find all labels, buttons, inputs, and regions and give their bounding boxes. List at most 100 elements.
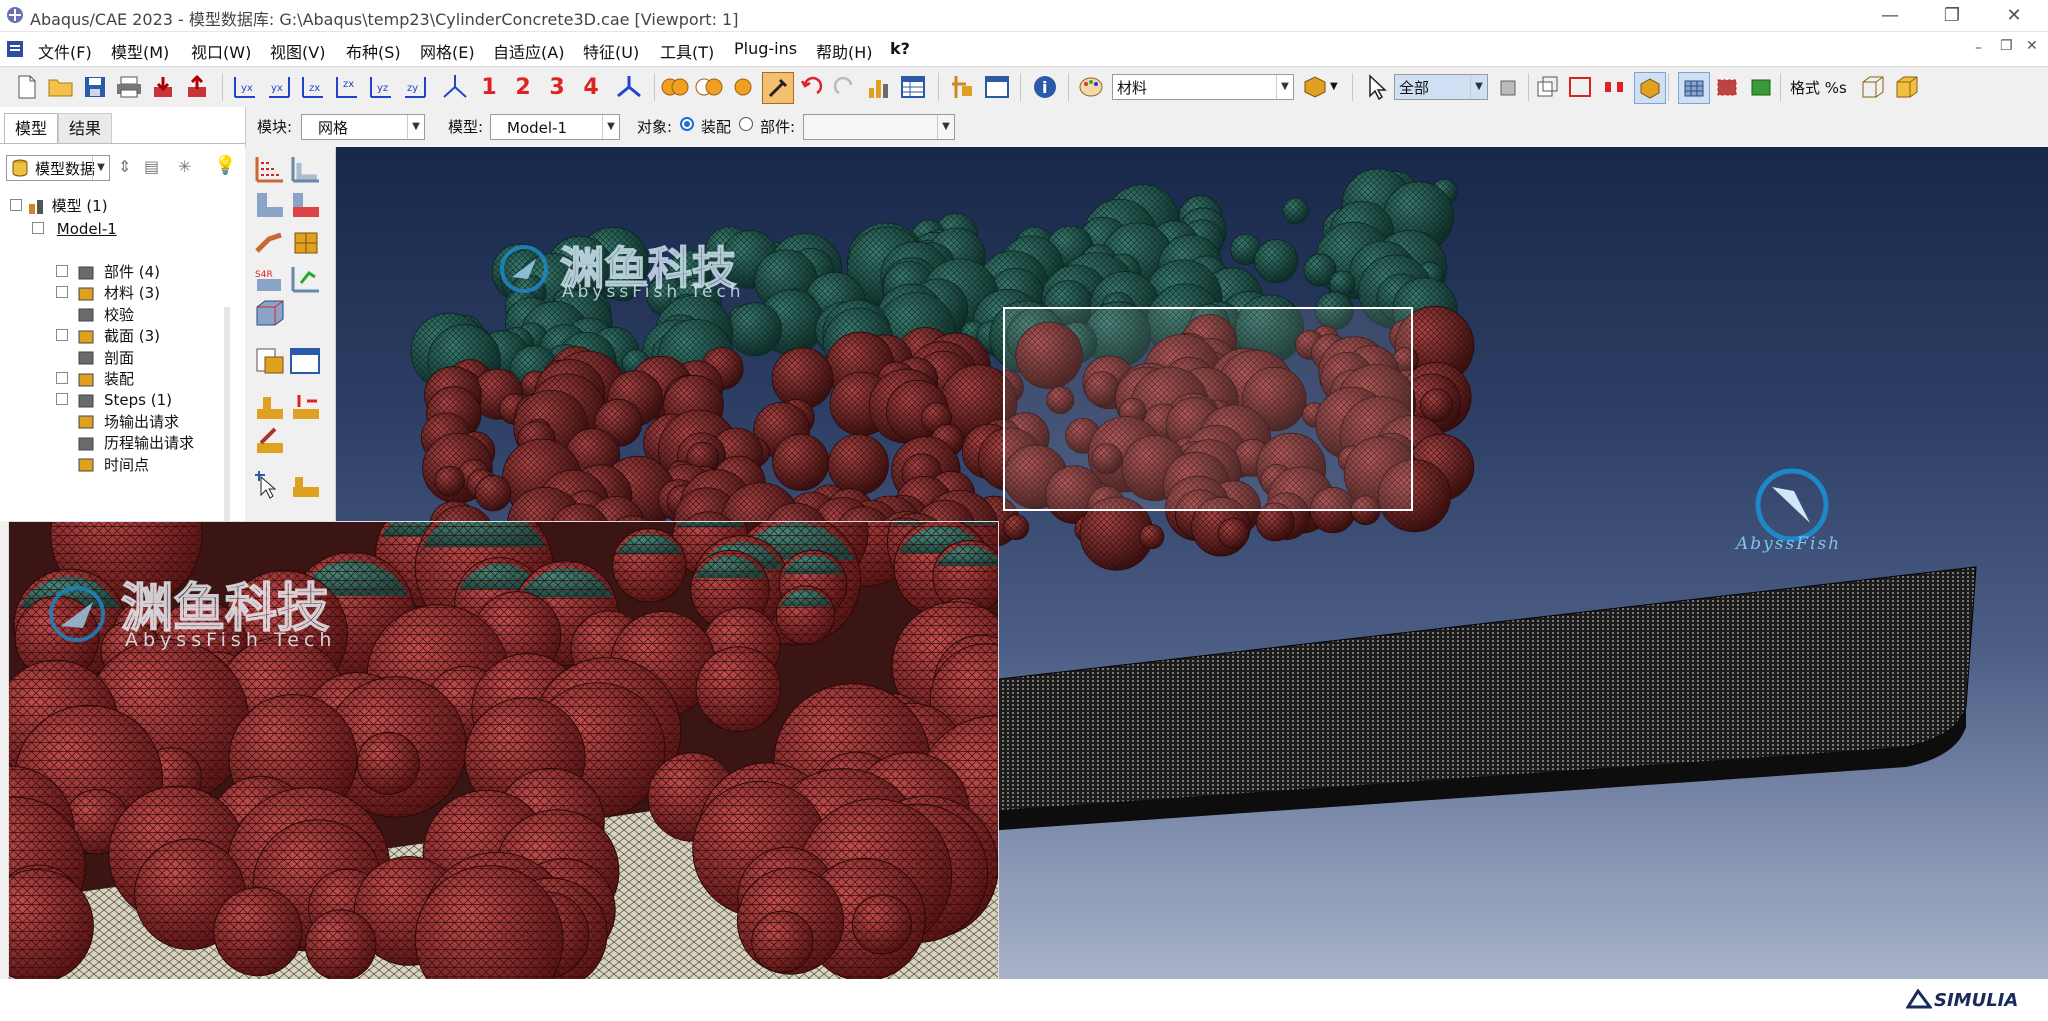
- print-icon[interactable]: [114, 72, 144, 102]
- tree-item[interactable]: 场输出请求: [56, 411, 179, 433]
- database-select[interactable]: 模型数据 ▼: [6, 155, 110, 181]
- tree-item[interactable]: Steps (1): [56, 389, 172, 411]
- maximize-button[interactable]: ❐: [1922, 0, 1982, 31]
- filter-tree-icon[interactable]: ✳: [178, 157, 191, 176]
- mdi-minimize-button[interactable]: –: [1975, 40, 1982, 56]
- create-bottom-up-icon[interactable]: [253, 391, 287, 423]
- menu-viewport[interactable]: 视口(W): [191, 39, 251, 63]
- cube-wire-icon[interactable]: [1858, 72, 1888, 102]
- tree-item[interactable]: 时间点: [56, 454, 149, 476]
- tree-item[interactable]: 材料 (3): [56, 282, 160, 304]
- select-pointer-icon[interactable]: [1362, 72, 1392, 102]
- expand-icon[interactable]: [56, 329, 68, 342]
- view-zy-icon[interactable]: zy: [400, 72, 430, 102]
- menu-plugins[interactable]: Plug-ins: [734, 39, 797, 58]
- format-label[interactable]: 格式 %s: [1790, 77, 1847, 98]
- render-union-icon[interactable]: [660, 72, 690, 102]
- query-tool-icon[interactable]: [762, 72, 794, 104]
- view-xy-icon[interactable]: yx: [230, 72, 260, 102]
- context-help-button[interactable]: k?: [890, 39, 910, 58]
- tree-scrollbar[interactable]: [224, 307, 230, 521]
- view-1-button[interactable]: 1: [474, 72, 504, 102]
- close-button[interactable]: ✕: [1984, 0, 2044, 31]
- seed-edges-icon[interactable]: [289, 153, 323, 185]
- info-icon[interactable]: i: [1030, 72, 1060, 102]
- collapse-icon[interactable]: [10, 199, 22, 211]
- select-geometry-icon[interactable]: [1532, 72, 1562, 102]
- assign-element-type-icon[interactable]: [253, 227, 287, 259]
- tab-model[interactable]: 模型: [4, 113, 59, 144]
- export-icon[interactable]: [182, 72, 212, 102]
- part-select[interactable]: ▼: [803, 114, 955, 140]
- selection-filter-select[interactable]: 全部 ▼: [1394, 74, 1488, 100]
- tree-item[interactable]: 校验: [56, 304, 134, 326]
- view-2-button[interactable]: 2: [508, 72, 538, 102]
- table-view-icon[interactable]: [898, 72, 928, 102]
- table-edit-icon[interactable]: [982, 72, 1012, 102]
- expand-icon[interactable]: [56, 393, 68, 406]
- dropdown-arrow-icon[interactable]: ▼: [1330, 81, 1338, 92]
- associate-mesh-icon[interactable]: [289, 391, 323, 423]
- menu-mesh[interactable]: 网格(E): [420, 39, 475, 63]
- tree-item[interactable]: 历程输出请求: [56, 432, 194, 454]
- tree-item[interactable]: 装配: [56, 368, 134, 390]
- new-file-icon[interactable]: [12, 72, 42, 102]
- move-up-down-icon[interactable]: ⇕: [118, 157, 131, 176]
- menu-feature[interactable]: 特征(U): [583, 39, 639, 63]
- menu-model[interactable]: 模型(M): [111, 39, 169, 63]
- query-pointer-icon[interactable]: [253, 469, 287, 501]
- select-box-icon[interactable]: [1566, 72, 1596, 102]
- save-icon[interactable]: [80, 72, 110, 102]
- model-select[interactable]: Model-1 ▼: [490, 114, 620, 140]
- mesh-wire-icon[interactable]: [1678, 72, 1710, 104]
- adaptivity-icon[interactable]: [289, 469, 323, 501]
- open-folder-icon[interactable]: [46, 72, 76, 102]
- user-view-icon[interactable]: [614, 72, 644, 102]
- material-select[interactable]: 材料 ▼: [1112, 74, 1294, 100]
- seed-part-icon[interactable]: [253, 153, 287, 185]
- tree-item[interactable]: 剖面: [56, 347, 134, 369]
- assign-mesh-controls-icon[interactable]: [289, 227, 323, 259]
- menu-adaptivity[interactable]: 自适应(A): [493, 39, 564, 63]
- cube-solid-icon[interactable]: [1892, 72, 1922, 102]
- virtual-topology-icon[interactable]: [253, 345, 287, 377]
- view-zx-icon[interactable]: zx: [332, 72, 362, 102]
- tree-item[interactable]: 部件 (4): [56, 261, 160, 283]
- view-xz-icon[interactable]: zx: [298, 72, 328, 102]
- tree-model[interactable]: Model-1: [32, 218, 117, 240]
- mdi-close-button[interactable]: ✕: [2026, 38, 2038, 54]
- color-code-icon[interactable]: [1300, 72, 1330, 102]
- collapse-tree-icon[interactable]: ▤: [144, 157, 159, 176]
- redo-icon[interactable]: [830, 72, 860, 102]
- mesh-part-icon[interactable]: [253, 189, 287, 221]
- menu-view[interactable]: 视图(V): [270, 39, 325, 63]
- element-type-label-icon[interactable]: S4R: [253, 263, 287, 295]
- assembly-radio[interactable]: [680, 117, 694, 131]
- verify-mesh-icon[interactable]: [289, 263, 323, 295]
- menu-tools[interactable]: 工具(T): [660, 39, 714, 63]
- view-3-button[interactable]: 3: [542, 72, 572, 102]
- select-solid-icon[interactable]: [1634, 72, 1666, 104]
- partition-cell-icon[interactable]: [253, 297, 287, 329]
- part-radio[interactable]: [739, 117, 753, 131]
- mesh-edit-pencil-icon[interactable]: [253, 425, 287, 457]
- mdi-restore-button[interactable]: ❐: [2000, 38, 2013, 54]
- lightbulb-icon[interactable]: 💡: [214, 155, 236, 176]
- menu-file[interactable]: 文件(F): [38, 39, 92, 63]
- tab-results[interactable]: 结果: [58, 113, 113, 144]
- transform-icon[interactable]: [948, 72, 978, 102]
- module-select[interactable]: 网格 ▼: [301, 114, 425, 140]
- tree-item[interactable]: 截面 (3): [56, 325, 160, 347]
- expand-icon[interactable]: [56, 286, 68, 299]
- view-yz-icon[interactable]: yz: [366, 72, 396, 102]
- menu-seed[interactable]: 布种(S): [346, 39, 401, 63]
- mesh-hidden-icon[interactable]: [1746, 72, 1776, 102]
- render-intersect-icon[interactable]: [694, 72, 724, 102]
- document-menu-icon[interactable]: [6, 40, 24, 58]
- minimize-button[interactable]: —: [1860, 0, 1920, 31]
- expand-icon[interactable]: [56, 265, 68, 277]
- select-nodes-icon[interactable]: [1600, 72, 1630, 102]
- collapse-icon[interactable]: [32, 222, 44, 234]
- select-cube-icon[interactable]: [1494, 72, 1524, 102]
- render-sphere-icon[interactable]: [728, 72, 758, 102]
